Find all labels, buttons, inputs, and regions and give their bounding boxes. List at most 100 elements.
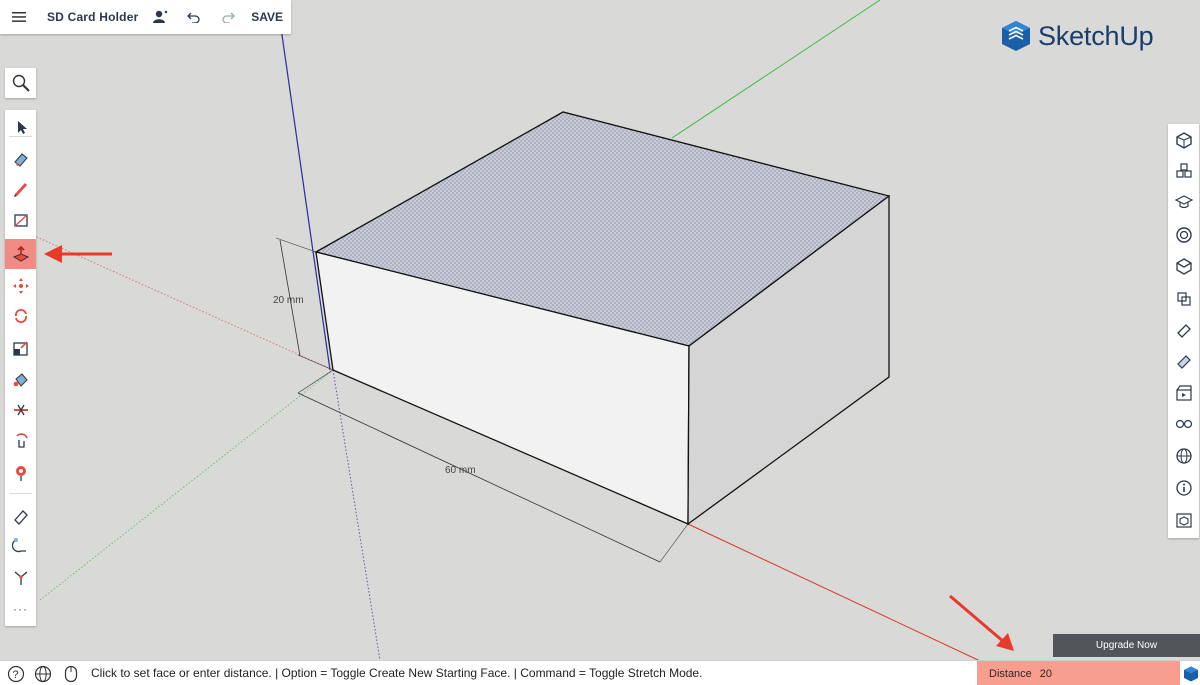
panel-model-info[interactable]: [1168, 473, 1199, 503]
tool-paint-bucket[interactable]: [5, 365, 36, 395]
account-button[interactable]: [144, 0, 178, 34]
panel-entity-info[interactable]: [1168, 125, 1199, 155]
tool-move[interactable]: [5, 271, 36, 301]
dimension-length-label: 60 mm: [445, 465, 476, 476]
title-bar: SD Card Holder SAVE: [0, 0, 291, 34]
help-button[interactable]: ?: [5, 663, 27, 685]
undo-button[interactable]: [177, 0, 211, 34]
move-icon: [12, 278, 29, 294]
outliner-icon: [1176, 292, 1191, 306]
mouse-icon: [64, 665, 78, 683]
logo-text: SketchUp: [1038, 20, 1154, 51]
panel-soften-edges[interactable]: [1168, 346, 1199, 376]
scale-icon: [12, 341, 28, 356]
position-camera-icon: [15, 466, 26, 481]
save-button[interactable]: SAVE: [245, 0, 291, 34]
geo-location-icon: [1175, 448, 1192, 464]
sketchup-small-icon: [1184, 666, 1198, 682]
tool-orbit[interactable]: [5, 426, 36, 456]
toolbar-separator: [9, 136, 32, 137]
globe-icon: [34, 665, 52, 683]
undo-icon: [187, 12, 201, 23]
display-icon: [1175, 419, 1192, 429]
panel-components[interactable]: [1168, 156, 1199, 186]
tool-rectangle[interactable]: [5, 205, 36, 235]
user-icon: [153, 10, 168, 23]
follow-me-icon: [11, 538, 26, 553]
more-tools-button[interactable]: ···: [5, 594, 36, 624]
panel-scenes[interactable]: [1168, 378, 1199, 408]
mouse-settings-button[interactable]: [60, 663, 82, 685]
orbit-icon: [15, 433, 28, 448]
green-axis: [671, 0, 881, 139]
panel-3d-warehouse[interactable]: [1168, 505, 1199, 535]
tags-icon: [1176, 324, 1191, 338]
panel-materials[interactable]: [1168, 220, 1199, 250]
tool-push-pull[interactable]: [5, 239, 36, 269]
blue-axis-hidden: [332, 369, 385, 685]
tool-position-camera[interactable]: [5, 458, 36, 488]
status-bar: ? Click to set face or enter distance. |…: [0, 660, 1200, 685]
tool-eraser[interactable]: [5, 144, 36, 174]
language-button[interactable]: [32, 663, 54, 685]
model-viewport[interactable]: 20 mm 60 mm: [0, 0, 1200, 685]
search-icon: [12, 74, 30, 92]
panel-outliner[interactable]: [1168, 284, 1199, 314]
measurements-box[interactable]: Distance 20: [977, 661, 1180, 685]
redo-icon: [222, 12, 236, 23]
red-axis: [687, 523, 1011, 676]
pencil-icon: [13, 183, 27, 197]
document-title[interactable]: SD Card Holder: [38, 0, 144, 34]
soften-edges-icon: [1176, 355, 1191, 369]
menu-button[interactable]: [0, 0, 38, 34]
push-pull-icon: [12, 245, 29, 262]
model-info-icon: [1175, 480, 1192, 496]
components-icon: [1175, 163, 1192, 178]
paint-bucket-icon: [13, 373, 28, 387]
annotation-arrow-left: [44, 245, 112, 263]
panel-geo-location[interactable]: [1168, 441, 1199, 471]
rotate-icon: [14, 309, 27, 323]
hamburger-icon: [11, 12, 26, 22]
tool-tape-measure[interactable]: [5, 501, 36, 531]
scenes-icon: [1175, 385, 1192, 401]
materials-icon: [1175, 227, 1192, 243]
upgrade-now-button[interactable]: Upgrade Now: [1053, 634, 1200, 657]
green-axis-hidden: [39, 369, 334, 601]
tool-section-plane[interactable]: [5, 395, 36, 425]
status-message: Click to set face or enter distance. | O…: [91, 666, 703, 680]
panel-instructor[interactable]: [1168, 187, 1199, 217]
left-toolbar: ···: [5, 110, 36, 626]
dimension-height-label: 20 mm: [273, 295, 304, 306]
panel-styles[interactable]: [1168, 251, 1199, 281]
measurements-label: Distance: [989, 667, 1032, 680]
toolbar-separator: [9, 493, 32, 494]
tape-measure-icon: [13, 510, 28, 525]
entity-info-icon: [1175, 132, 1192, 149]
annotation-arrow-bottom: [949, 594, 1014, 651]
eraser-icon: [13, 153, 28, 167]
svg-text:?: ?: [13, 669, 19, 681]
panel-tags[interactable]: [1168, 315, 1199, 345]
tool-axes[interactable]: [5, 562, 36, 592]
search-button[interactable]: [5, 68, 36, 98]
redo-button[interactable]: [211, 0, 245, 34]
panel-display[interactable]: [1168, 409, 1199, 439]
tool-pencil[interactable]: [5, 173, 36, 203]
tool-follow-me[interactable]: [5, 530, 36, 560]
tool-rotate[interactable]: [5, 301, 36, 331]
section-plane-icon: [13, 404, 28, 416]
sketchup-logo: SketchUp: [1000, 20, 1154, 52]
axes-icon: [14, 571, 27, 585]
help-icon: ?: [7, 665, 25, 683]
more-tools-label: ···: [13, 602, 28, 616]
tool-scale[interactable]: [5, 333, 36, 363]
rectangle-icon: [13, 214, 28, 227]
instructor-icon: [1174, 195, 1193, 209]
sketchup-footer-logo: [1180, 663, 1200, 685]
sketchup-logo-icon: [1002, 21, 1030, 51]
select-icon: [17, 121, 27, 134]
right-panel: [1168, 124, 1199, 538]
measurements-value[interactable]: 20: [1040, 668, 1052, 680]
tool-select[interactable]: [5, 112, 36, 142]
